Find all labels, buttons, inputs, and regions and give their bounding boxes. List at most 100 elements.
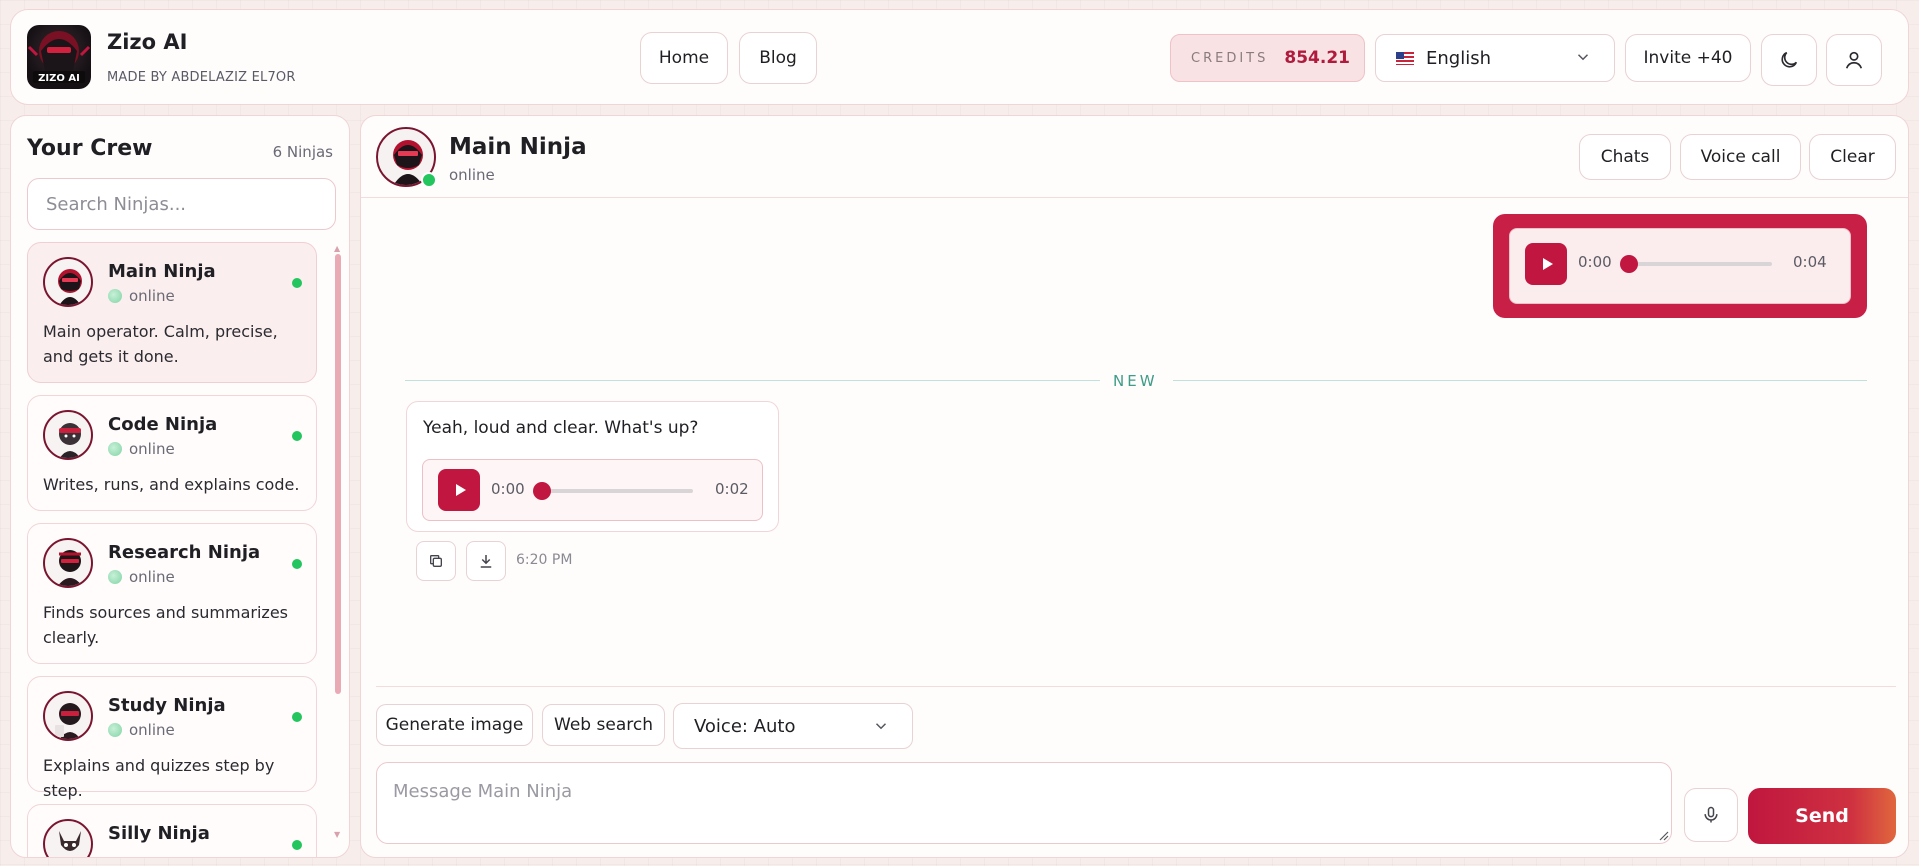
ninja-card-study[interactable]: Study Ninja online Explains and quizzes … [27, 676, 317, 800]
ninja-name: Code Ninja [108, 414, 218, 435]
audio-player: 0:00 0:02 [422, 459, 763, 521]
user-icon [1845, 51, 1863, 69]
credits-label: CREDITS [1191, 50, 1269, 66]
ninja-status: online [108, 568, 175, 586]
scroll-up-arrow-icon[interactable]: ▲ [334, 244, 340, 253]
ninja-status: online [108, 440, 175, 458]
online-indicator [292, 431, 302, 441]
ninja-name: Silly Ninja [108, 823, 210, 844]
ninja-status: online [108, 287, 175, 305]
generate-image-button[interactable]: Generate image [376, 704, 533, 746]
audio-seek-knob[interactable] [533, 482, 551, 500]
svg-text:ZIZO AI: ZIZO AI [38, 73, 80, 84]
audio-duration: 0:04 [1793, 253, 1827, 271]
status-dot-icon [108, 723, 122, 737]
status-dot-icon [108, 570, 122, 584]
microphone-icon [1704, 806, 1718, 823]
online-indicator [292, 840, 302, 850]
download-icon [480, 555, 492, 568]
audio-duration: 0:02 [715, 480, 749, 498]
profile-button[interactable] [1826, 34, 1882, 86]
download-button[interactable] [466, 541, 506, 581]
search-ninjas-input[interactable]: Search Ninjas... [27, 178, 336, 230]
crew-title: Your Crew [27, 136, 153, 161]
voice-call-button[interactable]: Voice call [1680, 134, 1801, 180]
message-text: Yeah, loud and clear. What's up? [423, 418, 699, 438]
audio-seek-knob[interactable] [1620, 255, 1638, 273]
ninja-avatar [43, 691, 93, 741]
ninja-card-research[interactable]: Research Ninja online Finds sources and … [27, 523, 317, 664]
ninja-card-silly[interactable]: Silly Ninja [27, 804, 317, 857]
online-indicator [292, 559, 302, 569]
voice-select-value: Voice: Auto [694, 715, 796, 737]
copy-icon [430, 555, 442, 567]
chevron-down-icon [1577, 54, 1589, 61]
language-select[interactable]: English [1375, 34, 1615, 82]
chat-panel: Main Ninja online Chats Voice call Clear… [360, 115, 1909, 858]
top-bar: ZIZO AI Zizo AI MADE BY ABDELAZIZ EL7OR … [10, 9, 1909, 105]
credits-value: 854.21 [1284, 48, 1350, 68]
chats-button[interactable]: Chats [1579, 134, 1671, 180]
audio-current-time: 0:00 [1578, 253, 1612, 271]
ninja-avatar [43, 410, 93, 460]
ninja-avatar [43, 819, 93, 857]
ninja-description: Writes, runs, and explains code. [43, 475, 300, 494]
audio-seek-bar[interactable] [535, 489, 693, 493]
theme-toggle-button[interactable] [1761, 34, 1817, 86]
play-button[interactable] [438, 469, 480, 511]
new-divider-label: NEW [1113, 372, 1158, 390]
web-search-button[interactable]: Web search [542, 704, 665, 746]
brand-title: Zizo AI [107, 30, 188, 54]
online-indicator [421, 172, 437, 188]
composer-divider [376, 686, 1896, 687]
us-flag-icon [1396, 51, 1414, 65]
chevron-down-icon [875, 723, 887, 730]
microphone-button[interactable] [1684, 788, 1738, 842]
crew-sidebar: Your Crew 6 Ninjas Search Ninjas... Main… [10, 115, 350, 858]
status-dot-icon [108, 289, 122, 303]
voice-select[interactable]: Voice: Auto [673, 703, 913, 749]
scroll-down-arrow-icon[interactable]: ▼ [334, 830, 340, 839]
sidebar-scroll-thumb[interactable] [335, 254, 341, 694]
ninja-card-code[interactable]: Code Ninja online Writes, runs, and expl… [27, 395, 317, 511]
language-value: English [1426, 47, 1491, 69]
ninja-description: Finds sources and summarizes clearly. [43, 603, 288, 647]
nav-home-link[interactable]: Home [640, 32, 728, 84]
chat-status: online [449, 166, 495, 184]
chat-title: Main Ninja [449, 134, 587, 160]
online-indicator [292, 278, 302, 288]
new-divider-line [1173, 380, 1867, 381]
ninja-avatar [43, 538, 93, 588]
audio-current-time: 0:00 [491, 480, 525, 498]
ninja-card-main[interactable]: Main Ninja online Main operator. Calm, p… [27, 242, 317, 383]
ninja-description: Explains and quizzes step by step. [43, 756, 275, 800]
ninja-name: Research Ninja [108, 542, 261, 563]
brand-subtitle: MADE BY ABDELAZIZ EL7OR [107, 70, 296, 85]
crew-count: 6 Ninjas [272, 143, 333, 161]
send-button[interactable]: Send [1748, 788, 1896, 844]
ninja-name: Study Ninja [108, 695, 226, 716]
play-button[interactable] [1525, 243, 1567, 285]
message-input[interactable]: Message Main Ninja [376, 762, 1672, 844]
incoming-message: Yeah, loud and clear. What's up? 0:00 0:… [406, 401, 779, 532]
online-indicator [292, 712, 302, 722]
audio-player: 0:00 0:04 [1509, 228, 1851, 304]
ninja-name: Main Ninja [108, 261, 216, 282]
copy-button[interactable] [416, 541, 456, 581]
ninja-avatar [43, 257, 93, 307]
invite-button[interactable]: Invite +40 [1625, 34, 1751, 82]
resize-handle-icon[interactable] [1659, 831, 1669, 841]
message-timestamp: 6:20 PM [516, 552, 573, 568]
zizo-logo[interactable]: ZIZO AI [27, 25, 91, 89]
nav-blog-link[interactable]: Blog [739, 32, 817, 84]
audio-seek-bar[interactable] [1622, 262, 1772, 266]
credits-badge: CREDITS 854.21 [1170, 34, 1365, 82]
ninja-status: online [108, 721, 175, 739]
chat-header: Main Ninja online Chats Voice call Clear [361, 116, 1908, 198]
status-dot-icon [108, 442, 122, 456]
moon-icon [1781, 51, 1798, 68]
ninja-description: Main operator. Calm, precise, and gets i… [43, 322, 278, 366]
outgoing-voice-message: 0:00 0:04 [1493, 214, 1867, 318]
new-divider-line [405, 380, 1100, 381]
clear-button[interactable]: Clear [1809, 134, 1896, 180]
